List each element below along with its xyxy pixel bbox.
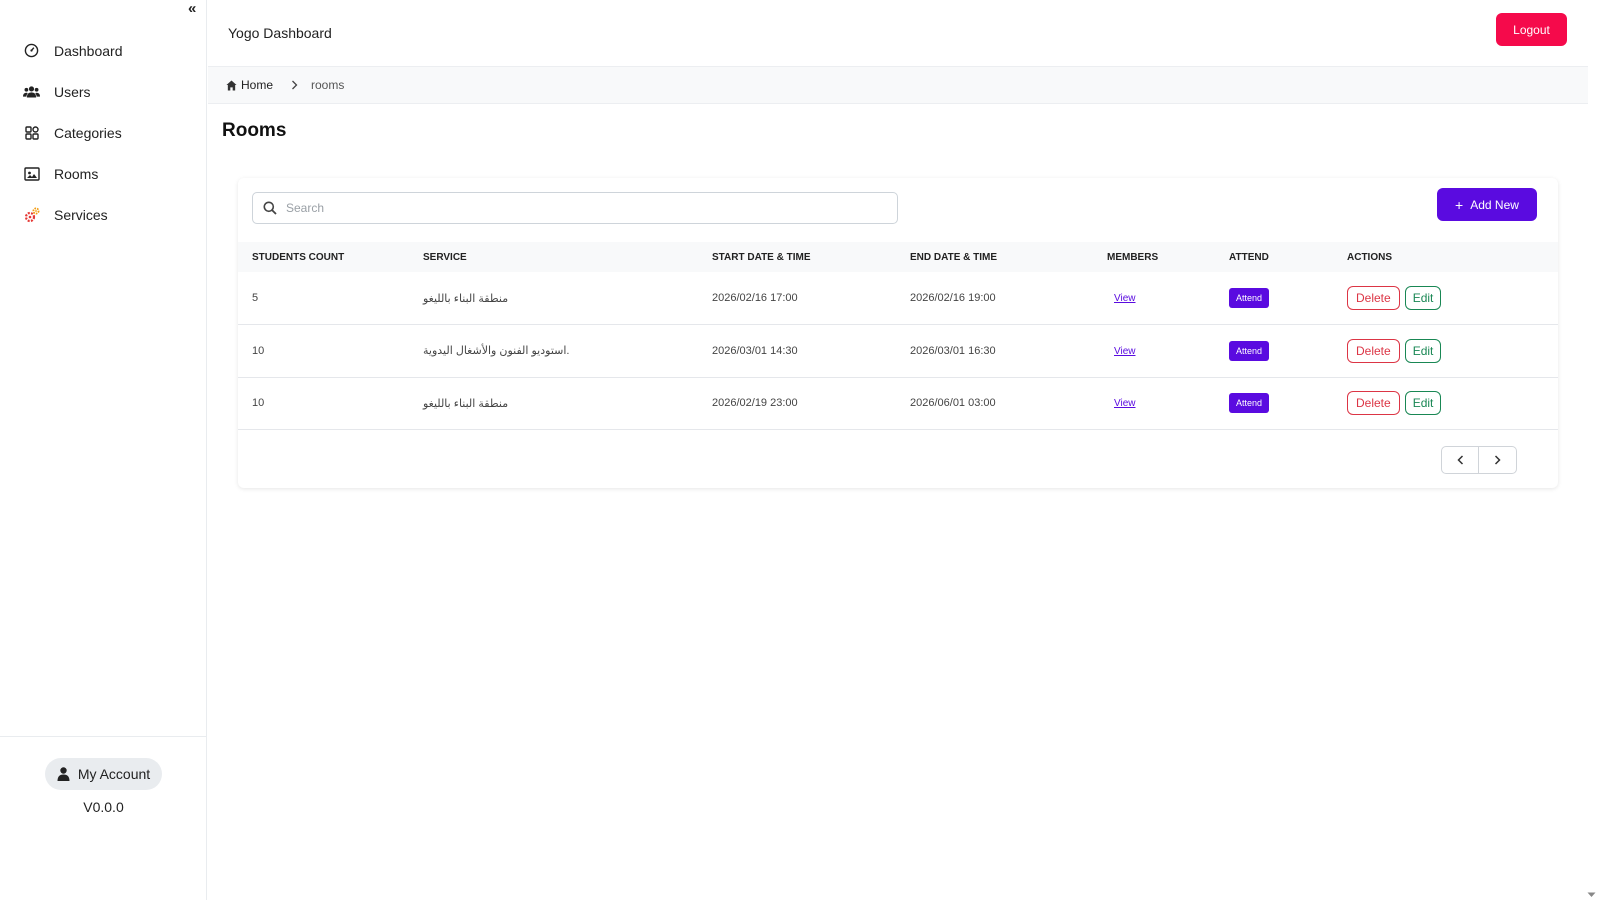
cell-members: View xyxy=(1107,325,1229,378)
col-students-count[interactable]: STUDENTS COUNT xyxy=(238,242,423,272)
cell-actions: Delete Edit xyxy=(1347,377,1558,430)
add-new-label: Add New xyxy=(1470,197,1519,212)
logout-button[interactable]: Logout xyxy=(1496,13,1567,46)
cell-actions: Delete Edit xyxy=(1347,272,1558,325)
search-input[interactable] xyxy=(286,201,866,215)
cell-start: 2026/03/01 14:30 xyxy=(712,344,798,357)
add-new-button[interactable]: + Add New xyxy=(1437,188,1537,221)
table-row: 5 منطقة البناء بالليغو 2026/02/16 17:00 … xyxy=(238,272,1558,325)
cell-start: 2026/02/16 17:00 xyxy=(712,292,798,304)
cell-service: منطقة البناء بالليغو xyxy=(423,292,509,305)
cell-attend: Attend xyxy=(1229,325,1347,378)
grid-icon xyxy=(23,124,40,141)
sidebar-item-label: Services xyxy=(54,206,108,223)
chevron-right-icon xyxy=(1494,453,1501,468)
my-account-button[interactable]: My Account xyxy=(45,758,162,790)
chevron-left-icon xyxy=(1456,453,1464,468)
cell-end: 2026/02/16 19:00 xyxy=(910,292,996,304)
col-service[interactable]: SERVICE xyxy=(423,242,712,272)
edit-button[interactable]: Edit xyxy=(1404,286,1442,310)
scroll-down-icon[interactable] xyxy=(1587,885,1597,897)
pagination xyxy=(1441,446,1517,474)
edit-button[interactable]: Edit xyxy=(1404,338,1442,363)
cell-start: 2026/02/19 23:00 xyxy=(712,397,798,410)
sidebar-item-categories[interactable]: Categories xyxy=(0,112,207,153)
delete-button[interactable]: Delete xyxy=(1347,338,1400,363)
breadcrumb-current: rooms xyxy=(311,78,345,92)
view-members-link[interactable]: View xyxy=(1114,398,1136,409)
col-end-date[interactable]: END DATE & TIME xyxy=(910,242,1107,272)
cell-end: 2026/03/01 16:30 xyxy=(910,344,996,357)
cell-attend: Attend xyxy=(1229,377,1347,430)
gauge-icon xyxy=(23,42,40,59)
chevron-right-icon xyxy=(291,80,299,90)
breadcrumb-home-label: Home xyxy=(241,78,274,92)
view-members-link[interactable]: View xyxy=(1114,346,1136,357)
col-members[interactable]: MEMBERS xyxy=(1107,242,1229,272)
plus-icon: + xyxy=(1455,196,1464,213)
user-icon xyxy=(57,767,70,781)
cell-service: استوديو الفنون والأشغال اليدوية. xyxy=(423,345,570,358)
cell-members: View xyxy=(1107,272,1229,325)
cell-students: 10 xyxy=(252,397,265,410)
cell-attend: Attend xyxy=(1229,272,1347,325)
cell-end: 2026/06/01 03:00 xyxy=(910,397,996,410)
app-title: Yogo Dashboard xyxy=(228,25,332,41)
breadcrumb: Home rooms xyxy=(208,67,1588,104)
sidebar-nav: Dashboard Users Categories Rooms Service… xyxy=(0,30,207,235)
app-version: V0.0.0 xyxy=(83,799,124,815)
delete-button[interactable]: Delete xyxy=(1347,286,1400,310)
col-actions[interactable]: ACTIONS xyxy=(1347,242,1558,272)
edit-button[interactable]: Edit xyxy=(1404,391,1442,416)
cell-members: View xyxy=(1107,377,1229,430)
sidebar-item-users[interactable]: Users xyxy=(0,71,207,112)
breadcrumb-home[interactable]: Home xyxy=(226,78,273,92)
gears-icon xyxy=(23,206,40,223)
sidebar-item-label: Users xyxy=(54,83,91,100)
col-start-date[interactable]: START DATE & TIME xyxy=(712,242,910,272)
search-icon xyxy=(263,201,277,215)
sidebar: « Dashboard Users Categories Rooms Servi… xyxy=(0,0,207,900)
attend-button[interactable]: Attend xyxy=(1229,393,1270,414)
attend-button[interactable]: Attend xyxy=(1229,340,1270,361)
previous-page-button[interactable] xyxy=(1441,446,1479,474)
users-icon xyxy=(23,83,40,100)
table-row: 10 استوديو الفنون والأشغال اليدوية. 2026… xyxy=(238,325,1558,378)
room-icon xyxy=(23,165,40,182)
rooms-table: STUDENTS COUNT SERVICE START DATE & TIME… xyxy=(238,242,1558,430)
home-icon xyxy=(226,79,237,91)
sidebar-item-label: Rooms xyxy=(54,165,99,182)
search-box xyxy=(252,192,898,224)
sidebar-item-rooms[interactable]: Rooms xyxy=(0,153,207,194)
sidebar-item-label: Categories xyxy=(54,124,122,141)
cell-actions: Delete Edit xyxy=(1347,325,1558,378)
cell-service: منطقة البناء بالليغو xyxy=(423,397,509,410)
sidebar-item-label: Dashboard xyxy=(54,42,123,59)
col-attend[interactable]: ATTEND xyxy=(1229,242,1347,272)
collapse-sidebar-icon[interactable]: « xyxy=(188,1,196,16)
rooms-card: + Add New STUDENTS COUNT SERVICE START D… xyxy=(238,178,1558,488)
sidebar-item-services[interactable]: Services xyxy=(0,194,207,235)
sidebar-footer: My Account V0.0.0 xyxy=(0,736,207,900)
delete-button[interactable]: Delete xyxy=(1347,391,1400,416)
top-header: Yogo Dashboard Logout xyxy=(208,0,1588,67)
sidebar-item-dashboard[interactable]: Dashboard xyxy=(0,30,207,71)
table-header-row: STUDENTS COUNT SERVICE START DATE & TIME… xyxy=(238,242,1558,272)
cell-students: 10 xyxy=(252,344,265,357)
next-page-button[interactable] xyxy=(1479,446,1517,474)
attend-button[interactable]: Attend xyxy=(1229,288,1270,308)
page-title: Rooms xyxy=(222,120,287,141)
view-members-link[interactable]: View xyxy=(1114,293,1136,304)
cell-students: 5 xyxy=(252,292,259,304)
table-row: 10 منطقة البناء بالليغو 2026/02/19 23:00… xyxy=(238,377,1558,430)
my-account-label: My Account xyxy=(77,766,151,782)
